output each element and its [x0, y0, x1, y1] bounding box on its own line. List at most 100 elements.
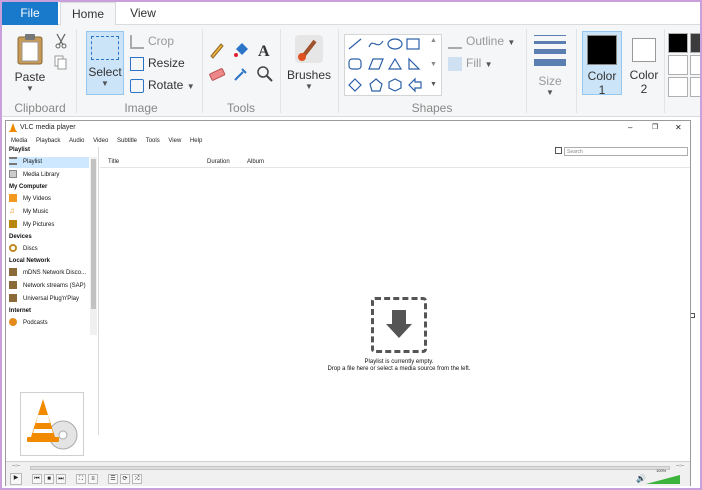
tab-home[interactable]: Home: [60, 2, 116, 26]
select-dropdown-icon: ▼: [101, 79, 109, 88]
playlist-toggle-button[interactable]: ☰: [108, 474, 118, 484]
color2-number: 2: [640, 82, 648, 96]
podcast-icon: [9, 318, 17, 327]
time-elapsed: --:--: [12, 463, 21, 469]
minimize-icon[interactable]: –: [628, 121, 632, 135]
vlc-controls: --:-- --:-- ▶ ⏮ ■ ⏭ ⛶ ≡ ☰ ⟳ ⤮ 🔊 100%: [6, 461, 690, 486]
brushes-button[interactable]: Brushes ▼: [286, 31, 332, 97]
palette-color-white[interactable]: [668, 77, 688, 97]
resize-button[interactable]: Resize: [130, 53, 185, 73]
menu-subtitle[interactable]: Subtitle: [117, 138, 137, 144]
shapes-gallery-icons: [348, 38, 422, 93]
sidebar-item-podcasts[interactable]: Podcasts: [9, 318, 89, 329]
sidebar-item-sap[interactable]: Network streams (SAP): [9, 281, 89, 292]
shuffle-button[interactable]: ⤮: [132, 474, 142, 484]
section-devices: Devices: [9, 234, 32, 240]
sidebar-item-my-videos[interactable]: My Videos: [9, 194, 89, 205]
column-album[interactable]: Album: [247, 157, 264, 168]
sidebar-scrollbar[interactable]: [90, 157, 97, 335]
pencil-icon[interactable]: [208, 41, 226, 59]
extended-settings-button[interactable]: ≡: [88, 474, 98, 484]
playlist-panel: Search Title Duration Album Playlist is …: [100, 147, 690, 465]
size-button[interactable]: Size ▼: [530, 31, 570, 97]
color2-button[interactable]: Color 2: [624, 31, 664, 96]
sidebar-item-label: My Videos: [23, 196, 51, 202]
sidebar-item-my-music[interactable]: ♫ My Music: [9, 207, 89, 218]
menu-audio[interactable]: Audio: [69, 138, 84, 144]
color-picker-icon[interactable]: [232, 65, 250, 83]
tab-file[interactable]: File: [2, 2, 58, 25]
sidebar-item-discs[interactable]: Discs: [9, 244, 89, 255]
playlist-view-icon[interactable]: [555, 147, 562, 154]
sidebar-item-media-library[interactable]: Media Library: [9, 170, 89, 181]
sidebar-item-label: Discs: [23, 246, 38, 252]
menu-view[interactable]: View: [168, 138, 181, 144]
sidebar-item-label: Universal Plug'n'Play: [23, 296, 79, 302]
resize-label: Resize: [148, 56, 185, 70]
fill-icon: [448, 56, 462, 71]
menu-media[interactable]: Media: [11, 138, 27, 144]
sidebar-item-mdns[interactable]: mDNS Network Disco...: [9, 268, 89, 279]
resize-icon: [130, 56, 144, 71]
sidebar-item-my-pictures[interactable]: My Pictures: [9, 220, 89, 231]
sidebar-scroll-thumb[interactable]: [91, 159, 96, 309]
seek-bar[interactable]: [30, 466, 670, 470]
paste-button[interactable]: Paste ▼: [8, 31, 52, 97]
brush-icon: [295, 35, 323, 63]
maximize-icon[interactable]: ❐: [652, 121, 658, 135]
sidebar-item-label: Network streams (SAP): [23, 283, 86, 289]
sidebar-item-playlist[interactable]: Playlist: [9, 157, 89, 168]
image-group-label: Image: [124, 101, 158, 115]
volume-label: 100%: [656, 468, 667, 473]
text-tool-icon[interactable]: A: [256, 41, 274, 59]
outline-button[interactable]: Outline ▼: [448, 31, 515, 51]
rotate-button[interactable]: Rotate ▼: [130, 75, 195, 95]
previous-button[interactable]: ⏮: [32, 474, 42, 484]
menu-video[interactable]: Video: [93, 138, 108, 144]
loop-button[interactable]: ⟳: [120, 474, 130, 484]
stop-button[interactable]: ■: [44, 474, 54, 484]
color2-label: Color: [629, 68, 659, 82]
fill-bucket-icon[interactable]: [232, 41, 250, 59]
rotate-label: Rotate: [148, 78, 184, 92]
next-button[interactable]: ⏭: [56, 474, 66, 484]
brushes-dropdown-icon: ▼: [305, 82, 313, 91]
palette-color-white[interactable]: [668, 55, 688, 75]
drop-zone[interactable]: [371, 297, 427, 353]
palette-color-empty[interactable]: [690, 55, 700, 75]
volume-slider[interactable]: [646, 475, 680, 484]
palette-color-black[interactable]: [668, 33, 688, 53]
fullscreen-button[interactable]: ⛶: [76, 474, 86, 484]
column-title[interactable]: Title: [108, 157, 119, 168]
fill-button[interactable]: Fill ▼: [448, 53, 493, 73]
palette-color-black-2[interactable]: [690, 33, 700, 53]
clipboard-icon: [17, 34, 43, 65]
rotate-icon: [130, 78, 144, 93]
sidebar-item-upnp[interactable]: Universal Plug'n'Play: [9, 294, 89, 305]
search-input[interactable]: Search: [564, 147, 688, 156]
shapes-expand-icon[interactable]: ▼: [430, 81, 437, 88]
menu-help[interactable]: Help: [190, 138, 202, 144]
shapes-scroll-down-icon[interactable]: ▼: [430, 61, 437, 68]
color1-label: Color: [587, 69, 617, 83]
menu-playback[interactable]: Playback: [36, 138, 60, 144]
ribbon: Paste ▼ Clipboard Select ▼ Crop Resize R…: [2, 25, 700, 117]
select-label: Select: [88, 65, 122, 79]
close-icon[interactable]: ✕: [675, 121, 682, 135]
shapes-gallery[interactable]: [344, 34, 442, 96]
column-duration[interactable]: Duration: [207, 157, 230, 168]
tab-view[interactable]: View: [118, 2, 168, 25]
copy-icon[interactable]: [54, 55, 68, 71]
speaker-icon[interactable]: 🔊: [636, 474, 646, 483]
crop-button[interactable]: Crop: [130, 31, 174, 51]
palette-color-empty[interactable]: [690, 77, 700, 97]
magnifier-icon[interactable]: [256, 65, 274, 83]
color1-button[interactable]: Color 1: [582, 31, 622, 97]
play-button[interactable]: ▶: [10, 473, 22, 485]
shapes-scroll-up-icon[interactable]: ▲: [430, 37, 437, 44]
music-icon: ♫: [9, 207, 15, 216]
menu-tools[interactable]: Tools: [146, 138, 160, 144]
eraser-icon[interactable]: [208, 65, 226, 83]
cut-icon[interactable]: [54, 33, 68, 49]
select-button[interactable]: Select ▼: [86, 31, 124, 95]
